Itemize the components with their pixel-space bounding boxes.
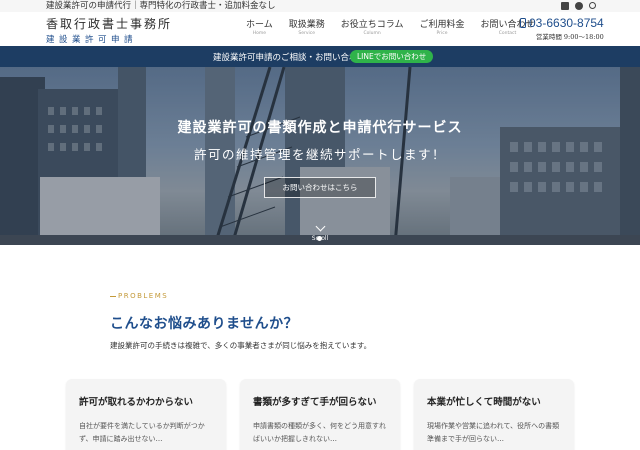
logo-name: 香取行政書士事務所 (46, 17, 173, 31)
search-icon[interactable] (589, 2, 596, 9)
nav-sublabel: Price (436, 31, 448, 36)
slider-dot[interactable] (317, 236, 322, 241)
main-nav: ホーム Home 取扱業務 Service お役立ちコラム Column ご利用… (246, 17, 551, 36)
problems-section: PROBLEMS こんなお悩みありませんか？ 建設業許可の手続きは複雑で、多くの… (0, 245, 640, 450)
problem-card: 書類が多すぎて手が回らない 申請書類の種類が多く、何をどう用意すればいいか把握し… (240, 379, 400, 450)
site-logo[interactable]: 香取行政書士事務所 建設業許可申請 (46, 15, 172, 45)
problem-card-body: 現場作業や営業に追われて、役所への書類準備まで手が回らない… (427, 422, 560, 443)
nav-item-service[interactable]: 取扱業務 Service (289, 17, 325, 36)
nav-label: お役立ちコラム (340, 20, 404, 30)
problem-card-title: 許可が取れるかわからない (79, 397, 194, 408)
site-tagline: 建設業許可の申請代行｜専門特化の行政書士・追加料金なし (46, 1, 276, 11)
nav-sublabel: Service (298, 31, 316, 36)
phone-contact[interactable]: 03-6630-8754 営業時間 9:00～18:00 (520, 16, 604, 41)
nav-sublabel: Home (252, 31, 267, 36)
chat-icon[interactable] (575, 2, 583, 10)
mail-icon[interactable] (561, 2, 569, 10)
nav-label: ホーム (246, 20, 273, 30)
hero-section: 建設業許可の書類作成と申請代行サービス 許可の維持管理を継続サポートします！ お… (0, 67, 640, 245)
phone-icon (520, 18, 526, 28)
utility-icons (561, 2, 596, 10)
nav-label: 取扱業務 (288, 20, 325, 30)
site-header: 香取行政書士事務所 建設業許可申請 ホーム Home 取扱業務 Service … (0, 12, 640, 46)
chevron-down-icon (315, 221, 325, 232)
problem-card-title: 本業が忙しくて時間がない (427, 397, 541, 408)
phone-number[interactable]: 03-6630-8754 (520, 16, 604, 30)
business-hours: 営業時間 9:00～18:00 (535, 33, 604, 41)
nav-sublabel: Column (363, 31, 381, 36)
problem-card-body: 申請書類の種類が多く、何をどう用意すればいいか把握しきれない… (253, 422, 386, 443)
hero-subheadline: 許可の維持管理を継続サポートします！ (193, 147, 446, 162)
hero-headline: 建設業許可の書類作成と申請代行サービス (177, 120, 463, 136)
problem-card: 本業が忙しくて時間がない 現場作業や営業に追われて、役所への書類準備まで手が回ら… (414, 379, 574, 450)
phone-number-text: 03-6630-8754 (529, 16, 604, 30)
problem-card-title: 書類が多すぎて手が回らない (253, 397, 377, 408)
contact-band-text: 建設業許可申請のご相談・お問い合わせ (213, 53, 367, 63)
section-lead: 建設業許可の手続きは複雑で、多くの事業者さまが同じ悩みを抱えています。 (110, 341, 372, 350)
hero-contact-button[interactable]: お問い合わせはこちら (264, 177, 376, 198)
logo-subtitle: 建設業許可申請 (46, 35, 138, 45)
nav-item-column[interactable]: お役立ちコラム Column (341, 17, 404, 36)
contact-band: 建設業許可申請のご相談・お問い合わせ LINEでお問い合わせ (0, 46, 640, 67)
section-eyebrow: PROBLEMS (110, 292, 168, 300)
problem-card: 許可が取れるかわからない 自社が要件を満たしているか判断がつかず、申請に踏み出せ… (66, 379, 226, 450)
problem-card-body: 自社が要件を満たしているか判断がつかず、申請に踏み出せない… (79, 422, 205, 443)
line-contact-button[interactable]: LINEでお問い合わせ (350, 50, 434, 63)
nav-label: ご利用料金 (419, 20, 465, 30)
nav-item-home[interactable]: ホーム Home (246, 17, 273, 36)
section-title: こんなお悩みありませんか？ (110, 316, 299, 332)
nav-item-price[interactable]: ご利用料金 Price (419, 17, 464, 36)
top-utility-bar: 建設業許可の申請代行｜専門特化の行政書士・追加料金なし (0, 0, 640, 12)
